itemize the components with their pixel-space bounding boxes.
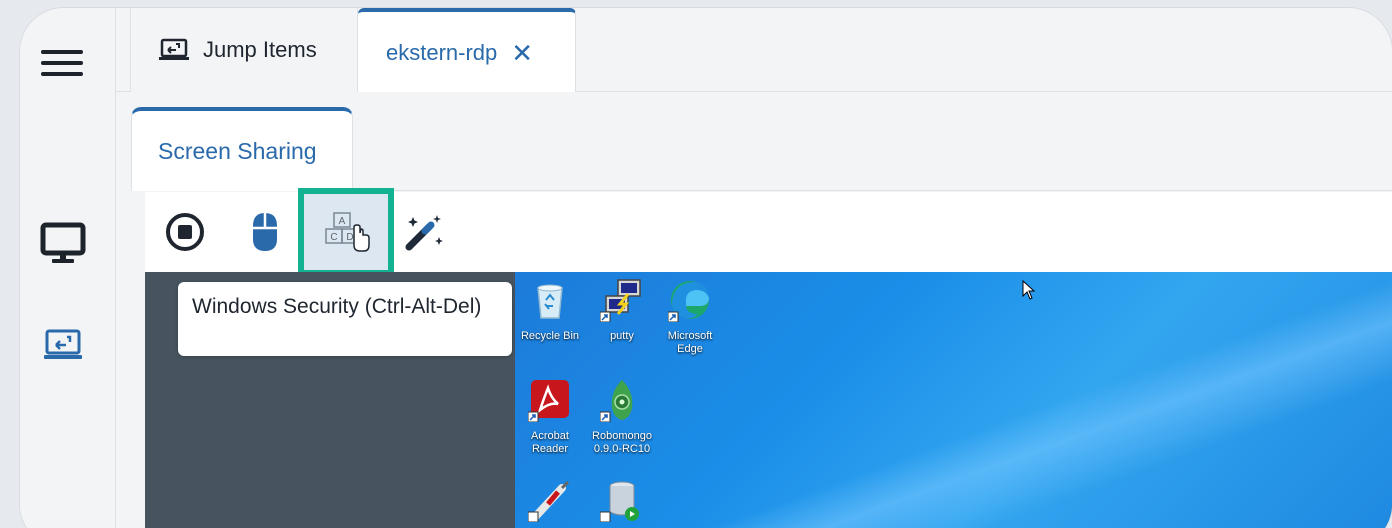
remote-cursor-icon [1022,280,1036,300]
divider [353,190,1392,191]
jump-items-icon[interactable] [43,328,83,362]
putty-icon [599,279,641,323]
tooltip-windows-security: Windows Security (Ctrl-Alt-Del) [178,282,512,356]
app-window: Jump Items ekstern-rdp ✕ Screen Sharing [20,8,1392,528]
tab-jump-items[interactable]: Jump Items [130,8,358,92]
desktop-icon-acrobat-reader[interactable]: Acrobat Reader [515,378,585,456]
desktop-icon-recycle-bin[interactable]: Recycle Bin [515,278,585,343]
stop-sharing-button[interactable] [155,192,215,272]
desktop-icon-label: Acrobat Reader [531,430,569,455]
menu-icon[interactable] [41,50,83,76]
desktop-icon-database-app[interactable] [587,478,657,528]
session-tab-bar: Jump Items ekstern-rdp ✕ [116,8,1392,93]
tab-screen-sharing-label: Screen Sharing [158,137,317,164]
database-icon [599,481,639,523]
desktop-icon-syringe-app[interactable] [515,478,585,528]
acrobat-icon [527,380,569,423]
tab-session-label: ekstern-rdp [386,39,498,65]
close-icon[interactable]: ✕ [511,40,533,66]
syringe-icon [527,480,570,523]
desktop-icon-putty[interactable]: putty [587,278,657,343]
special-actions-button[interactable] [395,192,455,272]
left-rail [20,8,116,528]
recycle-bin-icon [537,284,563,319]
desktop-icon-label: Recycle Bin [520,330,580,342]
mouse-icon [253,213,277,251]
screen-sharing-toolbar: A C D [145,188,1392,276]
jump-items-icon [159,38,189,60]
tab-jump-items-label: Jump Items [203,37,317,62]
ctrl-alt-del-button[interactable]: A C D [298,188,394,276]
key-c-label: C [330,232,337,243]
keyboard-keys-icon: A C D [325,212,370,252]
desktop-icon-microsoft-edge[interactable]: Microsoft Edge [655,278,725,356]
tab-ekstern-rdp[interactable]: ekstern-rdp ✕ [358,8,576,93]
edge-icon [667,281,709,323]
key-d-label: D [346,232,353,243]
desktop-icon-label: Microsoft Edge [667,330,713,355]
mouse-control-button[interactable] [235,192,295,272]
robomongo-icon [599,380,633,423]
tab-screen-sharing[interactable]: Screen Sharing [131,107,353,191]
remote-desktop[interactable]: Recycle Bin putty Microsoft Edge Acrobat… [515,272,1392,528]
desktop-icon-label: putty [610,330,634,342]
monitor-icon[interactable] [40,222,86,266]
desktop-icon-label: Robomongo 0.9.0-RC10 [592,430,652,455]
desktop-icon-robomongo[interactable]: Robomongo 0.9.0-RC10 [587,378,657,456]
magic-wand-icon [405,215,443,251]
stop-icon [166,213,204,251]
key-a-label: A [339,216,346,227]
